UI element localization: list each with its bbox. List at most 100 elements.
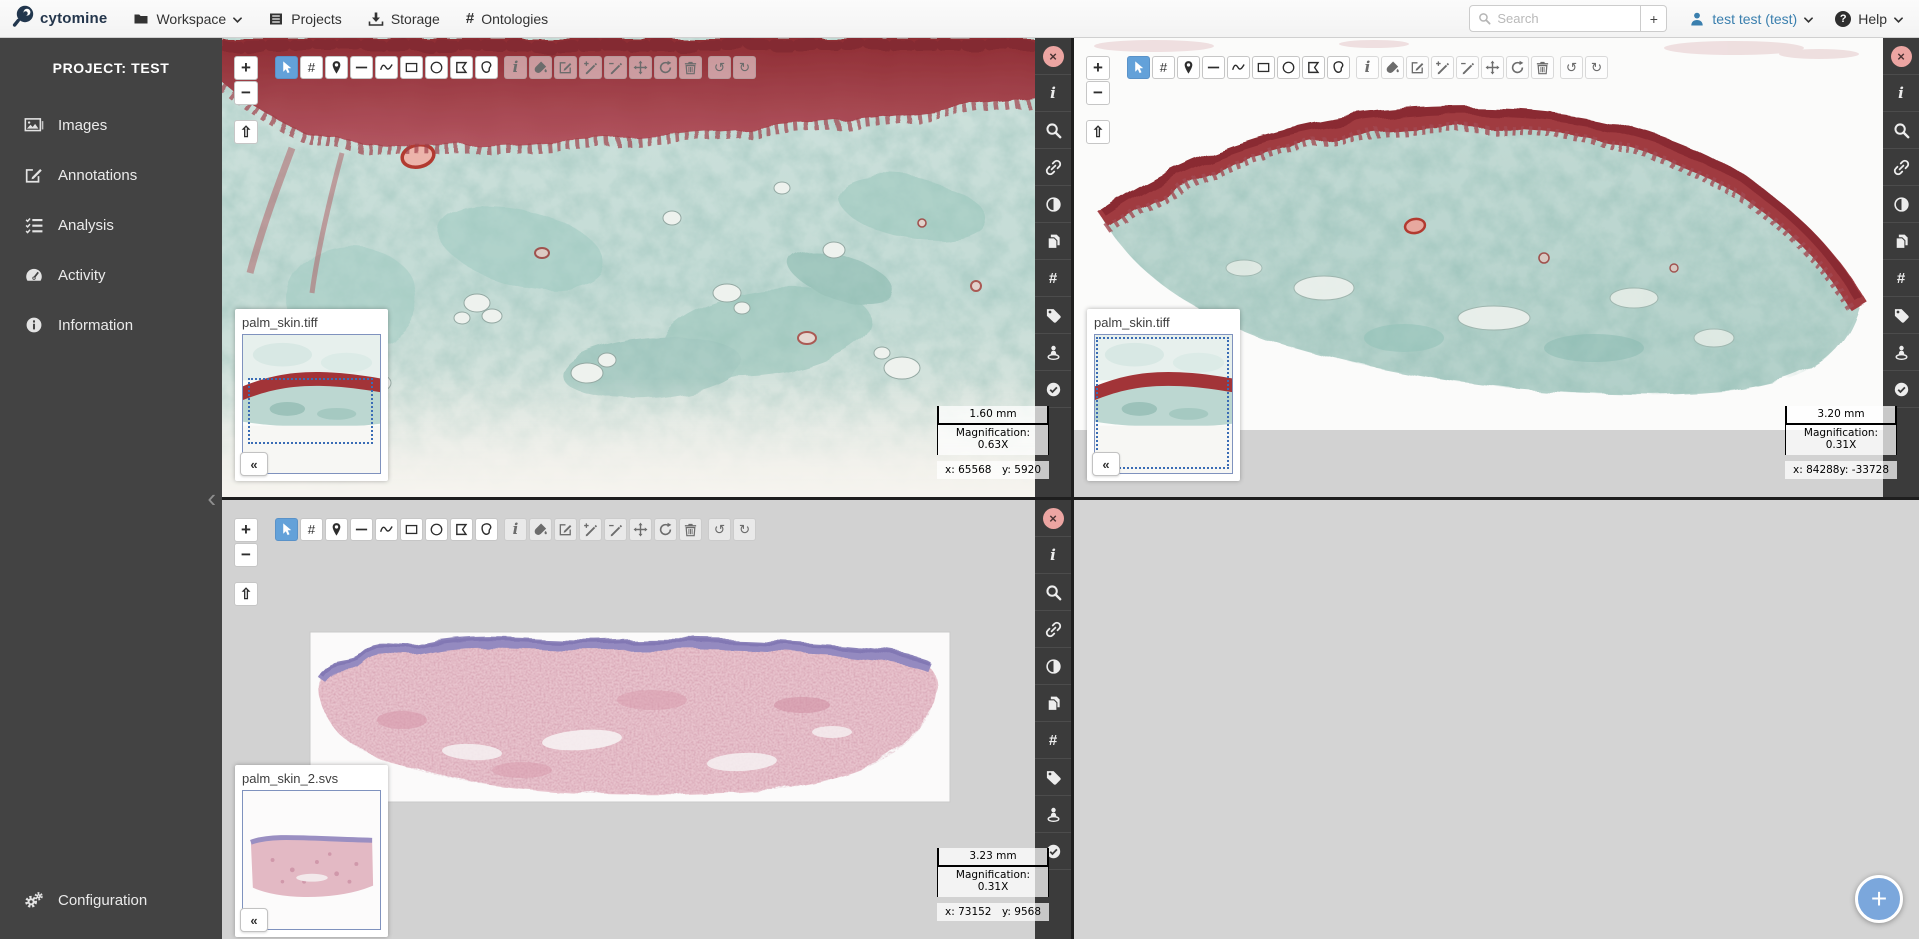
freehand-polygon-tool-button[interactable] <box>475 518 498 541</box>
contrast-panel-button[interactable] <box>1035 186 1071 223</box>
review-panel-button[interactable] <box>1035 371 1071 408</box>
grid-tool-button[interactable]: # <box>300 56 323 79</box>
collapse-overview-button[interactable]: « <box>240 452 268 476</box>
tag-panel-button[interactable] <box>1035 759 1071 796</box>
refresh-tool-button[interactable] <box>654 56 677 79</box>
undo-tool-button[interactable]: ↺ <box>708 518 731 541</box>
remove-part-tool-button[interactable] <box>604 56 627 79</box>
viewer-divider-vertical[interactable] <box>1071 38 1074 939</box>
sidebar-item-annotations[interactable]: Annotations <box>0 150 222 200</box>
info-panel-button[interactable]: i <box>1035 537 1071 574</box>
rectangle-tool-button[interactable] <box>400 518 423 541</box>
freehand-line-tool-button[interactable] <box>375 56 398 79</box>
remove-part-tool-button[interactable] <box>604 518 627 541</box>
nav-storage[interactable]: Storage <box>368 11 440 27</box>
line-tool-button[interactable] <box>350 518 373 541</box>
nav-workspace[interactable]: Workspace <box>133 11 242 27</box>
copy-panel-button[interactable] <box>1035 685 1071 722</box>
freehand-line-tool-button[interactable] <box>375 518 398 541</box>
ontology-panel-button[interactable]: # <box>1883 260 1919 297</box>
viewport-indicator[interactable] <box>248 378 373 444</box>
delete-tool-button[interactable] <box>679 56 702 79</box>
edit-tool-button[interactable] <box>1406 56 1429 79</box>
point-tool-button[interactable] <box>325 518 348 541</box>
add-part-tool-button[interactable] <box>1431 56 1454 79</box>
zoom-out-tool-button[interactable]: − <box>1086 81 1110 105</box>
grid-tool-button[interactable]: # <box>1152 56 1175 79</box>
redo-tool-button[interactable]: ↻ <box>733 518 756 541</box>
viewport-indicator[interactable] <box>1096 337 1229 469</box>
info-panel-button[interactable]: i <box>1035 75 1071 112</box>
contrast-panel-button[interactable] <box>1035 648 1071 685</box>
zoom-out-tool-button[interactable]: − <box>234 543 258 567</box>
move-tool-button[interactable] <box>629 56 652 79</box>
fill-tool-button[interactable] <box>529 518 552 541</box>
link-panel-button[interactable] <box>1035 611 1071 648</box>
zoom-in-tool-button[interactable]: + <box>234 518 258 542</box>
rotate-tool-button[interactable]: ⇧ <box>234 582 258 606</box>
circle-tool-button[interactable] <box>425 518 448 541</box>
position-panel-button[interactable] <box>1883 334 1919 371</box>
help-menu[interactable]: ? Help <box>1835 11 1903 27</box>
rotate-tool-button[interactable]: ⇧ <box>234 120 258 144</box>
fill-tool-button[interactable] <box>1381 56 1404 79</box>
copy-panel-button[interactable] <box>1883 223 1919 260</box>
search-panel-button[interactable] <box>1035 112 1071 149</box>
rectangle-tool-button[interactable] <box>400 56 423 79</box>
copy-panel-button[interactable] <box>1035 223 1071 260</box>
polygon-tool-button[interactable] <box>450 518 473 541</box>
edit-tool-button[interactable] <box>554 518 577 541</box>
fill-tool-button[interactable] <box>529 56 552 79</box>
polygon-tool-button[interactable] <box>450 56 473 79</box>
contrast-panel-button[interactable] <box>1883 186 1919 223</box>
select-tool-button[interactable] <box>275 518 298 541</box>
close-panel-button[interactable]: × <box>1035 38 1071 75</box>
search-panel-button[interactable] <box>1035 574 1071 611</box>
zoom-in-tool-button[interactable]: + <box>234 56 258 80</box>
tag-panel-button[interactable] <box>1035 297 1071 334</box>
sidebar-item-analysis[interactable]: Analysis <box>0 200 222 250</box>
link-panel-button[interactable] <box>1035 149 1071 186</box>
point-tool-button[interactable] <box>1177 56 1200 79</box>
close-panel-button[interactable]: × <box>1883 38 1919 75</box>
info-tool-button[interactable]: i <box>504 56 527 79</box>
rectangle-tool-button[interactable] <box>1252 56 1275 79</box>
refresh-tool-button[interactable] <box>654 518 677 541</box>
ontology-panel-button[interactable]: # <box>1035 722 1071 759</box>
sidebar-item-configuration[interactable]: Configuration <box>0 875 222 925</box>
nav-projects[interactable]: Projects <box>268 11 342 27</box>
freehand-line-tool-button[interactable] <box>1227 56 1250 79</box>
info-tool-button[interactable]: i <box>504 518 527 541</box>
delete-tool-button[interactable] <box>1531 56 1554 79</box>
sidebar-item-images[interactable]: Images <box>0 100 222 150</box>
search-input[interactable] <box>1497 11 1632 26</box>
zoom-out-tool-button[interactable]: − <box>234 81 258 105</box>
remove-part-tool-button[interactable] <box>1456 56 1479 79</box>
rotate-tool-button[interactable]: ⇧ <box>1086 120 1110 144</box>
sidebar-item-activity[interactable]: Activity <box>0 250 222 300</box>
info-panel-button[interactable]: i <box>1883 75 1919 112</box>
search-panel-button[interactable] <box>1883 112 1919 149</box>
user-menu[interactable]: test test (test) <box>1689 11 1813 27</box>
add-part-tool-button[interactable] <box>579 56 602 79</box>
info-tool-button[interactable]: i <box>1356 56 1379 79</box>
undo-tool-button[interactable]: ↺ <box>708 56 731 79</box>
freehand-polygon-tool-button[interactable] <box>1327 56 1350 79</box>
move-tool-button[interactable] <box>1481 56 1504 79</box>
move-tool-button[interactable] <box>629 518 652 541</box>
add-part-tool-button[interactable] <box>579 518 602 541</box>
ontology-panel-button[interactable]: # <box>1035 260 1071 297</box>
line-tool-button[interactable] <box>1202 56 1225 79</box>
line-tool-button[interactable] <box>350 56 373 79</box>
refresh-tool-button[interactable] <box>1506 56 1529 79</box>
undo-tool-button[interactable]: ↺ <box>1560 56 1583 79</box>
grid-tool-button[interactable]: # <box>300 518 323 541</box>
link-panel-button[interactable] <box>1883 149 1919 186</box>
position-panel-button[interactable] <box>1035 334 1071 371</box>
search-add-button[interactable]: + <box>1641 5 1667 32</box>
sidebar-item-information[interactable]: Information <box>0 300 222 350</box>
cytomine-logo[interactable]: cytomine <box>12 4 107 33</box>
collapse-overview-button[interactable]: « <box>240 908 268 932</box>
circle-tool-button[interactable] <box>1277 56 1300 79</box>
edit-tool-button[interactable] <box>554 56 577 79</box>
